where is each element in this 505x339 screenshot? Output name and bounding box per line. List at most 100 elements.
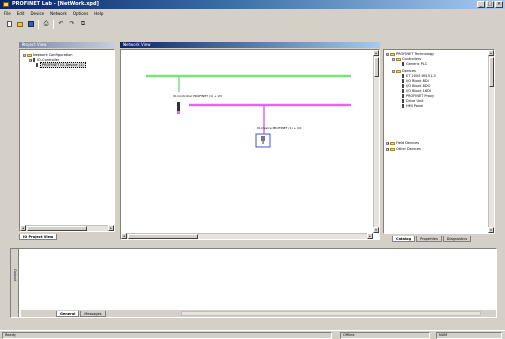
catalog-pane-tabs: Catalog Properties Diagnostics	[392, 235, 472, 242]
project-hscrollbar[interactable]: ◂ ▸	[20, 225, 114, 231]
scroll-thumb[interactable]	[27, 226, 87, 231]
folder-icon	[396, 57, 401, 61]
toolbar-separator	[53, 19, 54, 29]
network-pane-close-icon[interactable]: ×	[123, 42, 378, 48]
redo-icon[interactable]: ↷	[68, 20, 76, 28]
menu-help[interactable]: Help	[94, 10, 103, 17]
tree-expander[interactable]: +	[29, 58, 33, 62]
catalog-item-label: I/O Block 16DI	[406, 89, 431, 93]
scroll-down-button[interactable]: ▾	[373, 227, 379, 233]
tab-diagnostics[interactable]: Diagnostics	[442, 236, 472, 242]
tab-general[interactable]: General	[56, 311, 80, 317]
project-pane-tabs: IO Project View	[19, 233, 58, 240]
tree-item-label: Network Configuration	[33, 53, 73, 57]
tree-item-label: PROFINET IO-Device (1)	[40, 62, 86, 68]
controller-device-icon[interactable]	[177, 102, 180, 111]
catalog-item[interactable]: + Field Devices	[386, 141, 419, 146]
project-pane-close-icon[interactable]: ×	[22, 42, 113, 48]
catalog-item[interactable]: + Other Devices	[386, 147, 421, 152]
device-icon	[402, 89, 404, 93]
tab-messages[interactable]: Messages	[80, 311, 106, 317]
device-icon	[33, 58, 35, 62]
status-text: Ready	[2, 332, 332, 339]
tree-expander[interactable]: -	[23, 53, 26, 57]
catalog-vscrollbar[interactable]: ▴ ▾	[488, 50, 494, 233]
io-device-icon	[261, 136, 265, 141]
output-hscrollbar[interactable]	[181, 311, 481, 316]
catalog-item-label: HMI Panel	[406, 104, 424, 108]
catalog-item-label: Devices	[402, 69, 416, 73]
window-title: PROFINET Lab - [NetWork.xpd]	[12, 1, 99, 7]
folder-icon	[27, 53, 32, 57]
output-pane-tabs: General Messages	[56, 310, 106, 317]
print-icon[interactable]: ⎙	[42, 20, 50, 28]
catalog-item-label: Controllers	[402, 57, 422, 61]
tree-expander[interactable]: -	[386, 52, 389, 56]
tree-expander[interactable]: -	[392, 57, 395, 61]
folder-icon	[396, 69, 401, 73]
project-tree-pane: - Network Configuration + IO-Controller PR…	[19, 49, 115, 232]
title-bar: PROFINET Lab - [NetWork.xpd] _ □ ×	[0, 0, 505, 9]
catalog-item-label: I/O Block 8DO	[406, 84, 431, 88]
close-button[interactable]: ×	[495, 1, 503, 8]
copy-icon[interactable]: ⧉	[79, 20, 87, 28]
catalog-item-label: Drive Unit	[406, 99, 424, 103]
network-canvas	[146, 74, 351, 148]
catalog-item-label: ET 200S IM151-3	[406, 74, 436, 78]
tab-project-view[interactable]: IO Project View	[19, 234, 58, 240]
scroll-left-button[interactable]: ◂	[121, 233, 127, 239]
scroll-down-button[interactable]: ▾	[488, 227, 494, 233]
scroll-right-button[interactable]: ▸	[367, 233, 373, 239]
device-icon	[402, 74, 404, 78]
scroll-left-button[interactable]: ◂	[20, 225, 26, 231]
catalog-item[interactable]: HMI Panel	[402, 104, 423, 109]
controller-label: IO-Controller PROFINET (1) + I/O	[173, 94, 222, 98]
menu-options[interactable]: Options	[73, 10, 88, 17]
scroll-thumb[interactable]	[374, 57, 379, 77]
network-view-pane: IO-Controller PROFINET (1) + I/O IO-Devi…	[120, 49, 380, 240]
open-icon[interactable]	[16, 20, 24, 28]
tree-item-device[interactable]: PROFINET IO-Device (1)	[36, 62, 86, 68]
tab-catalog[interactable]: Catalog	[392, 236, 416, 242]
device-icon	[402, 104, 404, 108]
device-icon	[36, 63, 38, 67]
status-bar: Ready Offline NUM	[0, 330, 505, 339]
status-connection: Offline	[340, 332, 430, 339]
catalog-item-label: I/O Block 8DI	[406, 79, 429, 83]
save-icon[interactable]	[27, 20, 35, 28]
catalog-item[interactable]: Generic PLC	[402, 62, 427, 67]
menu-network[interactable]: Network	[50, 10, 67, 17]
tree-expander[interactable]: +	[386, 141, 390, 145]
device-icon	[402, 62, 404, 66]
scroll-thumb[interactable]	[489, 57, 494, 87]
network-hscrollbar[interactable]: ◂ ▸	[121, 233, 373, 239]
menu-edit[interactable]: Edit	[17, 10, 25, 17]
tab-properties[interactable]: Properties	[416, 236, 442, 242]
device-icon	[402, 94, 404, 98]
minimize-button[interactable]: _	[477, 1, 485, 8]
toolbar-separator	[38, 19, 39, 29]
scroll-up-button[interactable]: ▴	[488, 50, 494, 56]
device-icon	[402, 79, 404, 83]
output-pane: Output General Messages	[10, 248, 497, 318]
menu-file[interactable]: File	[4, 10, 11, 17]
folder-icon	[390, 141, 395, 145]
tree-expander[interactable]: -	[392, 69, 395, 73]
catalog-item-label: Other Devices	[396, 147, 421, 151]
app-window: PROFINET Lab - [NetWork.xpd] _ □ × File …	[0, 0, 505, 339]
scroll-right-button[interactable]: ▸	[108, 225, 114, 231]
network-pane-header: Network View ×	[120, 42, 380, 48]
network-vscrollbar[interactable]: ▴ ▾	[373, 50, 379, 233]
scroll-thumb[interactable]	[128, 234, 198, 239]
undo-icon[interactable]: ↶	[57, 20, 65, 28]
tree-expander[interactable]: +	[386, 147, 390, 151]
scroll-up-button[interactable]: ▴	[373, 50, 379, 56]
new-icon[interactable]	[5, 20, 13, 28]
output-side-label: Output	[13, 269, 17, 282]
menu-device[interactable]: Device	[30, 10, 44, 17]
catalog-item-label: Field Devices	[396, 141, 419, 145]
app-icon	[3, 2, 9, 7]
catalog-item-label: PROFINET Proxy	[406, 94, 435, 98]
catalog-pane: - PROFINET Technology - Controllers Generi…	[383, 49, 495, 234]
maximize-button[interactable]: □	[486, 1, 494, 8]
